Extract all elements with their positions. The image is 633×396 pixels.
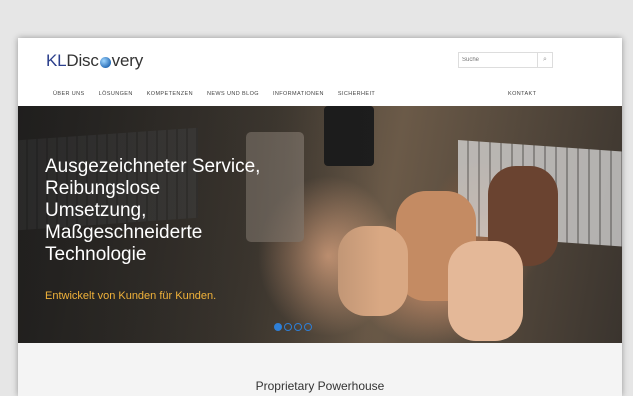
nav-item-ueber-uns[interactable]: ÜBER UNS xyxy=(53,91,85,97)
slider-dot[interactable] xyxy=(274,323,282,331)
hero-headline-line: Maßgeschneiderte xyxy=(45,222,203,243)
content-section: Proprietary Powerhouse xyxy=(18,343,622,396)
search-icon: ⌕ xyxy=(543,56,547,63)
site-logo[interactable]: KL Disc very xyxy=(46,51,143,71)
hero-headline-line: Reibungslose xyxy=(45,178,161,199)
nav-item-sicherheit[interactable]: SICHERHEIT xyxy=(338,91,375,97)
hero-headline-line: Technologie xyxy=(45,244,147,265)
browser-page: KL Disc very ⌕ ÜBER UNS LÖSUNGEN KOMPETE… xyxy=(18,38,622,396)
globe-icon xyxy=(99,56,111,68)
slider-dot[interactable] xyxy=(294,323,302,331)
logo-mid: Disc xyxy=(66,51,99,70)
search-box: ⌕ xyxy=(458,52,553,68)
slider-dot[interactable] xyxy=(284,323,292,331)
logo-suffix: very xyxy=(111,51,144,70)
section-title: Proprietary Powerhouse xyxy=(255,379,385,393)
nav-item-kontakt[interactable]: KONTAKT xyxy=(508,91,536,97)
hero-slider: Ausgezeichneter Service, Reibungslose Um… xyxy=(18,106,622,343)
hero-headline: Ausgezeichneter Service, Reibungslose Um… xyxy=(45,156,260,266)
search-button[interactable]: ⌕ xyxy=(537,53,552,67)
logo-prefix: KL xyxy=(46,51,67,70)
slider-dot[interactable] xyxy=(304,323,312,331)
slider-pagination xyxy=(274,323,312,331)
hero-headline-line: Umsetzung, xyxy=(45,200,147,221)
nav-item-kompetenzen[interactable]: KOMPETENZEN xyxy=(147,91,193,97)
hero-subline: Entwickelt von Kunden für Kunden. xyxy=(45,290,217,302)
hero-headline-line: Ausgezeichneter Service, xyxy=(45,156,261,177)
main-nav: ÜBER UNS LÖSUNGEN KOMPETENZEN NEWS UND B… xyxy=(53,91,389,97)
nav-item-informationen[interactable]: INFORMATIONEN xyxy=(273,91,324,97)
search-input[interactable] xyxy=(459,53,537,67)
nav-item-news-und-blog[interactable]: NEWS UND BLOG xyxy=(207,91,259,97)
nav-item-loesungen[interactable]: LÖSUNGEN xyxy=(99,91,133,97)
